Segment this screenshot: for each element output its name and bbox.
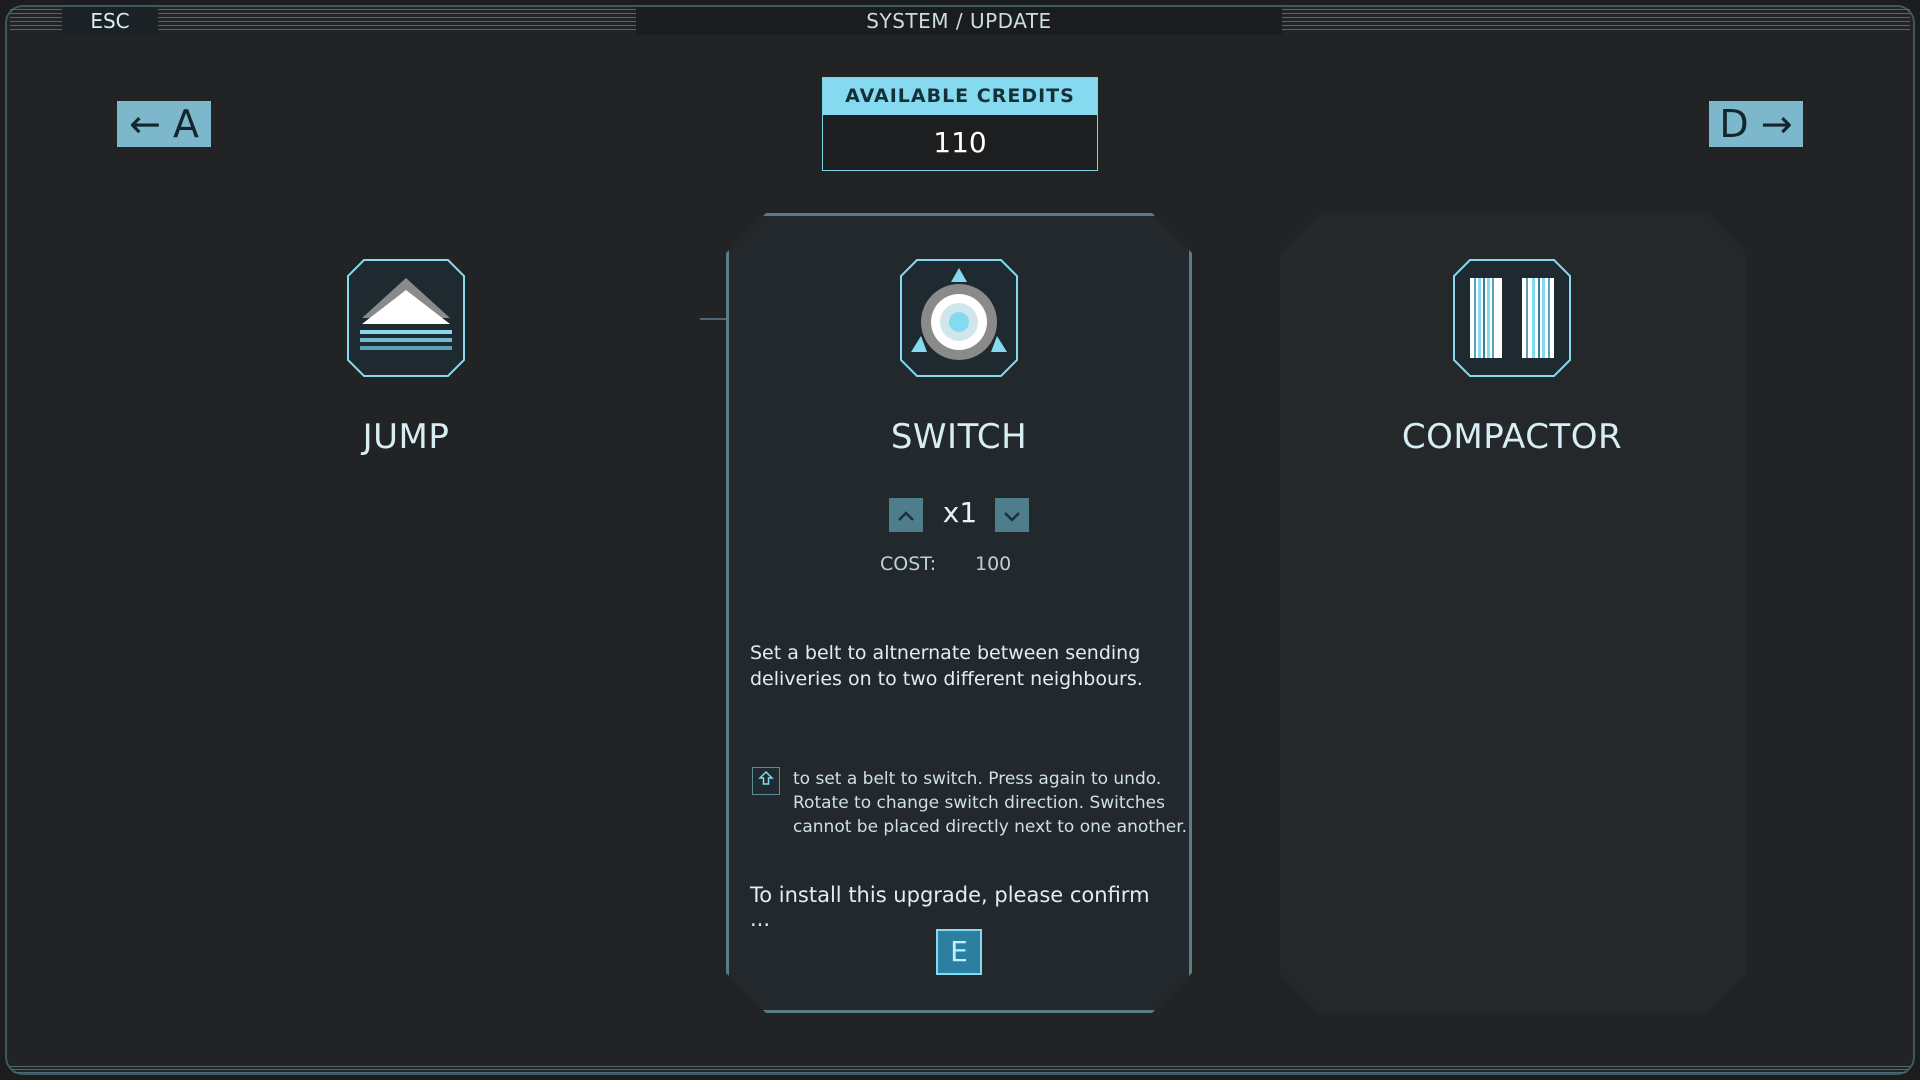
next-page-button[interactable]: D →	[1709, 101, 1803, 147]
top-stripes-left	[10, 9, 62, 31]
top-stripes-mid-left	[158, 9, 636, 31]
esc-button[interactable]: ESC	[62, 7, 158, 35]
chevron-down-icon	[1003, 503, 1021, 527]
confirm-key-button[interactable]: E	[936, 929, 982, 975]
credits-panel: AVAILABLE CREDITS 110	[822, 77, 1098, 171]
credits-header: AVAILABLE CREDITS	[823, 78, 1097, 115]
upgrade-label-switch: SWITCH	[890, 417, 1028, 457]
upgrade-description: Set a belt to altnernate between sending…	[750, 642, 1143, 690]
bottom-stripes	[10, 1066, 1910, 1074]
prev-page-button[interactable]: ← A	[117, 101, 211, 147]
top-stripes-right	[1282, 9, 1910, 31]
top-bar: ESC SYSTEM / UPDATE	[0, 0, 1920, 40]
upgrade-label-compactor: COMPACTOR	[1401, 417, 1623, 457]
shift-key-icon	[752, 767, 780, 795]
jump-icon[interactable]	[346, 258, 466, 378]
quantity-increase-button[interactable]	[889, 498, 923, 532]
credits-value: 110	[933, 126, 987, 159]
switch-icon[interactable]	[899, 258, 1019, 378]
cost-label: COST:	[880, 553, 937, 575]
usage-hint: to set a belt to switch. Press again to …	[793, 769, 1188, 837]
upgrade-label-jump: JUMP	[362, 417, 450, 457]
confirm-prompt: To install this upgrade, please confirm …	[750, 883, 1150, 931]
quantity-decrease-button[interactable]	[995, 498, 1029, 532]
chevron-up-icon	[897, 503, 915, 527]
quantity-value: x1	[942, 496, 978, 529]
page-title: SYSTEM / UPDATE	[636, 7, 1282, 35]
cost-value: 100	[975, 553, 1012, 575]
compactor-icon[interactable]	[1452, 258, 1572, 378]
